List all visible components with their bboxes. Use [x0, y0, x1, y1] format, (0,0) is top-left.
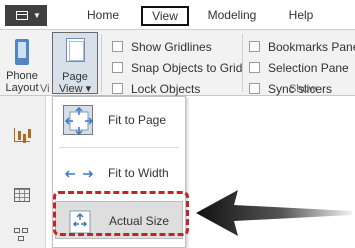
column-divider [242, 34, 243, 92]
menu-item-label: Fit to Width [108, 166, 169, 180]
report-view-icon[interactable] [14, 128, 30, 142]
model-view-icon[interactable] [14, 228, 30, 242]
checkbox-box[interactable] [112, 62, 123, 73]
data-view-icon[interactable] [14, 188, 30, 202]
menu-item-label: Fit to Page [108, 113, 167, 127]
checkbox-box[interactable] [112, 83, 123, 94]
page-view-button[interactable]: Page View ▾ [52, 32, 98, 95]
tab-modeling[interactable]: Modeling [201, 6, 263, 26]
file-icon [16, 11, 28, 20]
checkbox-label: Lock Objects [131, 82, 201, 96]
group-divider [101, 34, 102, 92]
ribbon-tab-bar: ▼ Home View Modeling Help [0, 0, 355, 30]
page-view-label-line1: Page [62, 71, 88, 83]
actual-size-highlight [53, 191, 189, 236]
menu-divider [59, 147, 179, 148]
pointer-arrow-icon [196, 190, 352, 236]
file-menu-button[interactable]: ▼ [5, 5, 47, 26]
phone-layout-label-line1: Phone [6, 70, 38, 82]
fit-to-width-icon [63, 158, 94, 188]
menu-item-fit-to-width[interactable]: Fit to Width [55, 154, 183, 192]
powerbi-window: ▼ Home View Modeling Help Phone Layout P… [0, 0, 355, 248]
tab-help[interactable]: Help [281, 6, 321, 26]
checkbox-box[interactable] [249, 62, 260, 73]
phone-layout-label-line2: Layout [5, 82, 39, 94]
checkbox-box[interactable] [249, 83, 260, 94]
phone-layout-icon [15, 39, 29, 65]
group-label-show: Show [289, 83, 317, 95]
page-view-label-line2: View ▾ [58, 83, 92, 95]
checkbox-label: Snap Objects to Grid [131, 61, 243, 75]
checkbox-label: Selection Pane [268, 61, 349, 75]
checkbox-box[interactable] [112, 41, 123, 52]
menu-item-fit-to-page[interactable]: Fit to Page [55, 101, 183, 139]
checkbox-box[interactable] [249, 41, 260, 52]
view-ribbon: Phone Layout Page View ▾ Vi Show Gridlin… [0, 30, 355, 96]
tab-view[interactable]: View [141, 6, 189, 26]
phone-layout-button[interactable]: Phone Layout [3, 30, 41, 96]
checkbox-label: Show Gridlines [131, 40, 212, 54]
group-label-view: Vi [40, 83, 50, 95]
fit-to-page-icon [63, 105, 94, 136]
view-switcher-sidebar [0, 96, 46, 248]
chevron-down-icon: ▼ [33, 11, 41, 20]
checkbox-label: Bookmarks Pane [268, 40, 355, 54]
tab-home[interactable]: Home [86, 6, 120, 26]
page-view-icon [66, 38, 85, 62]
